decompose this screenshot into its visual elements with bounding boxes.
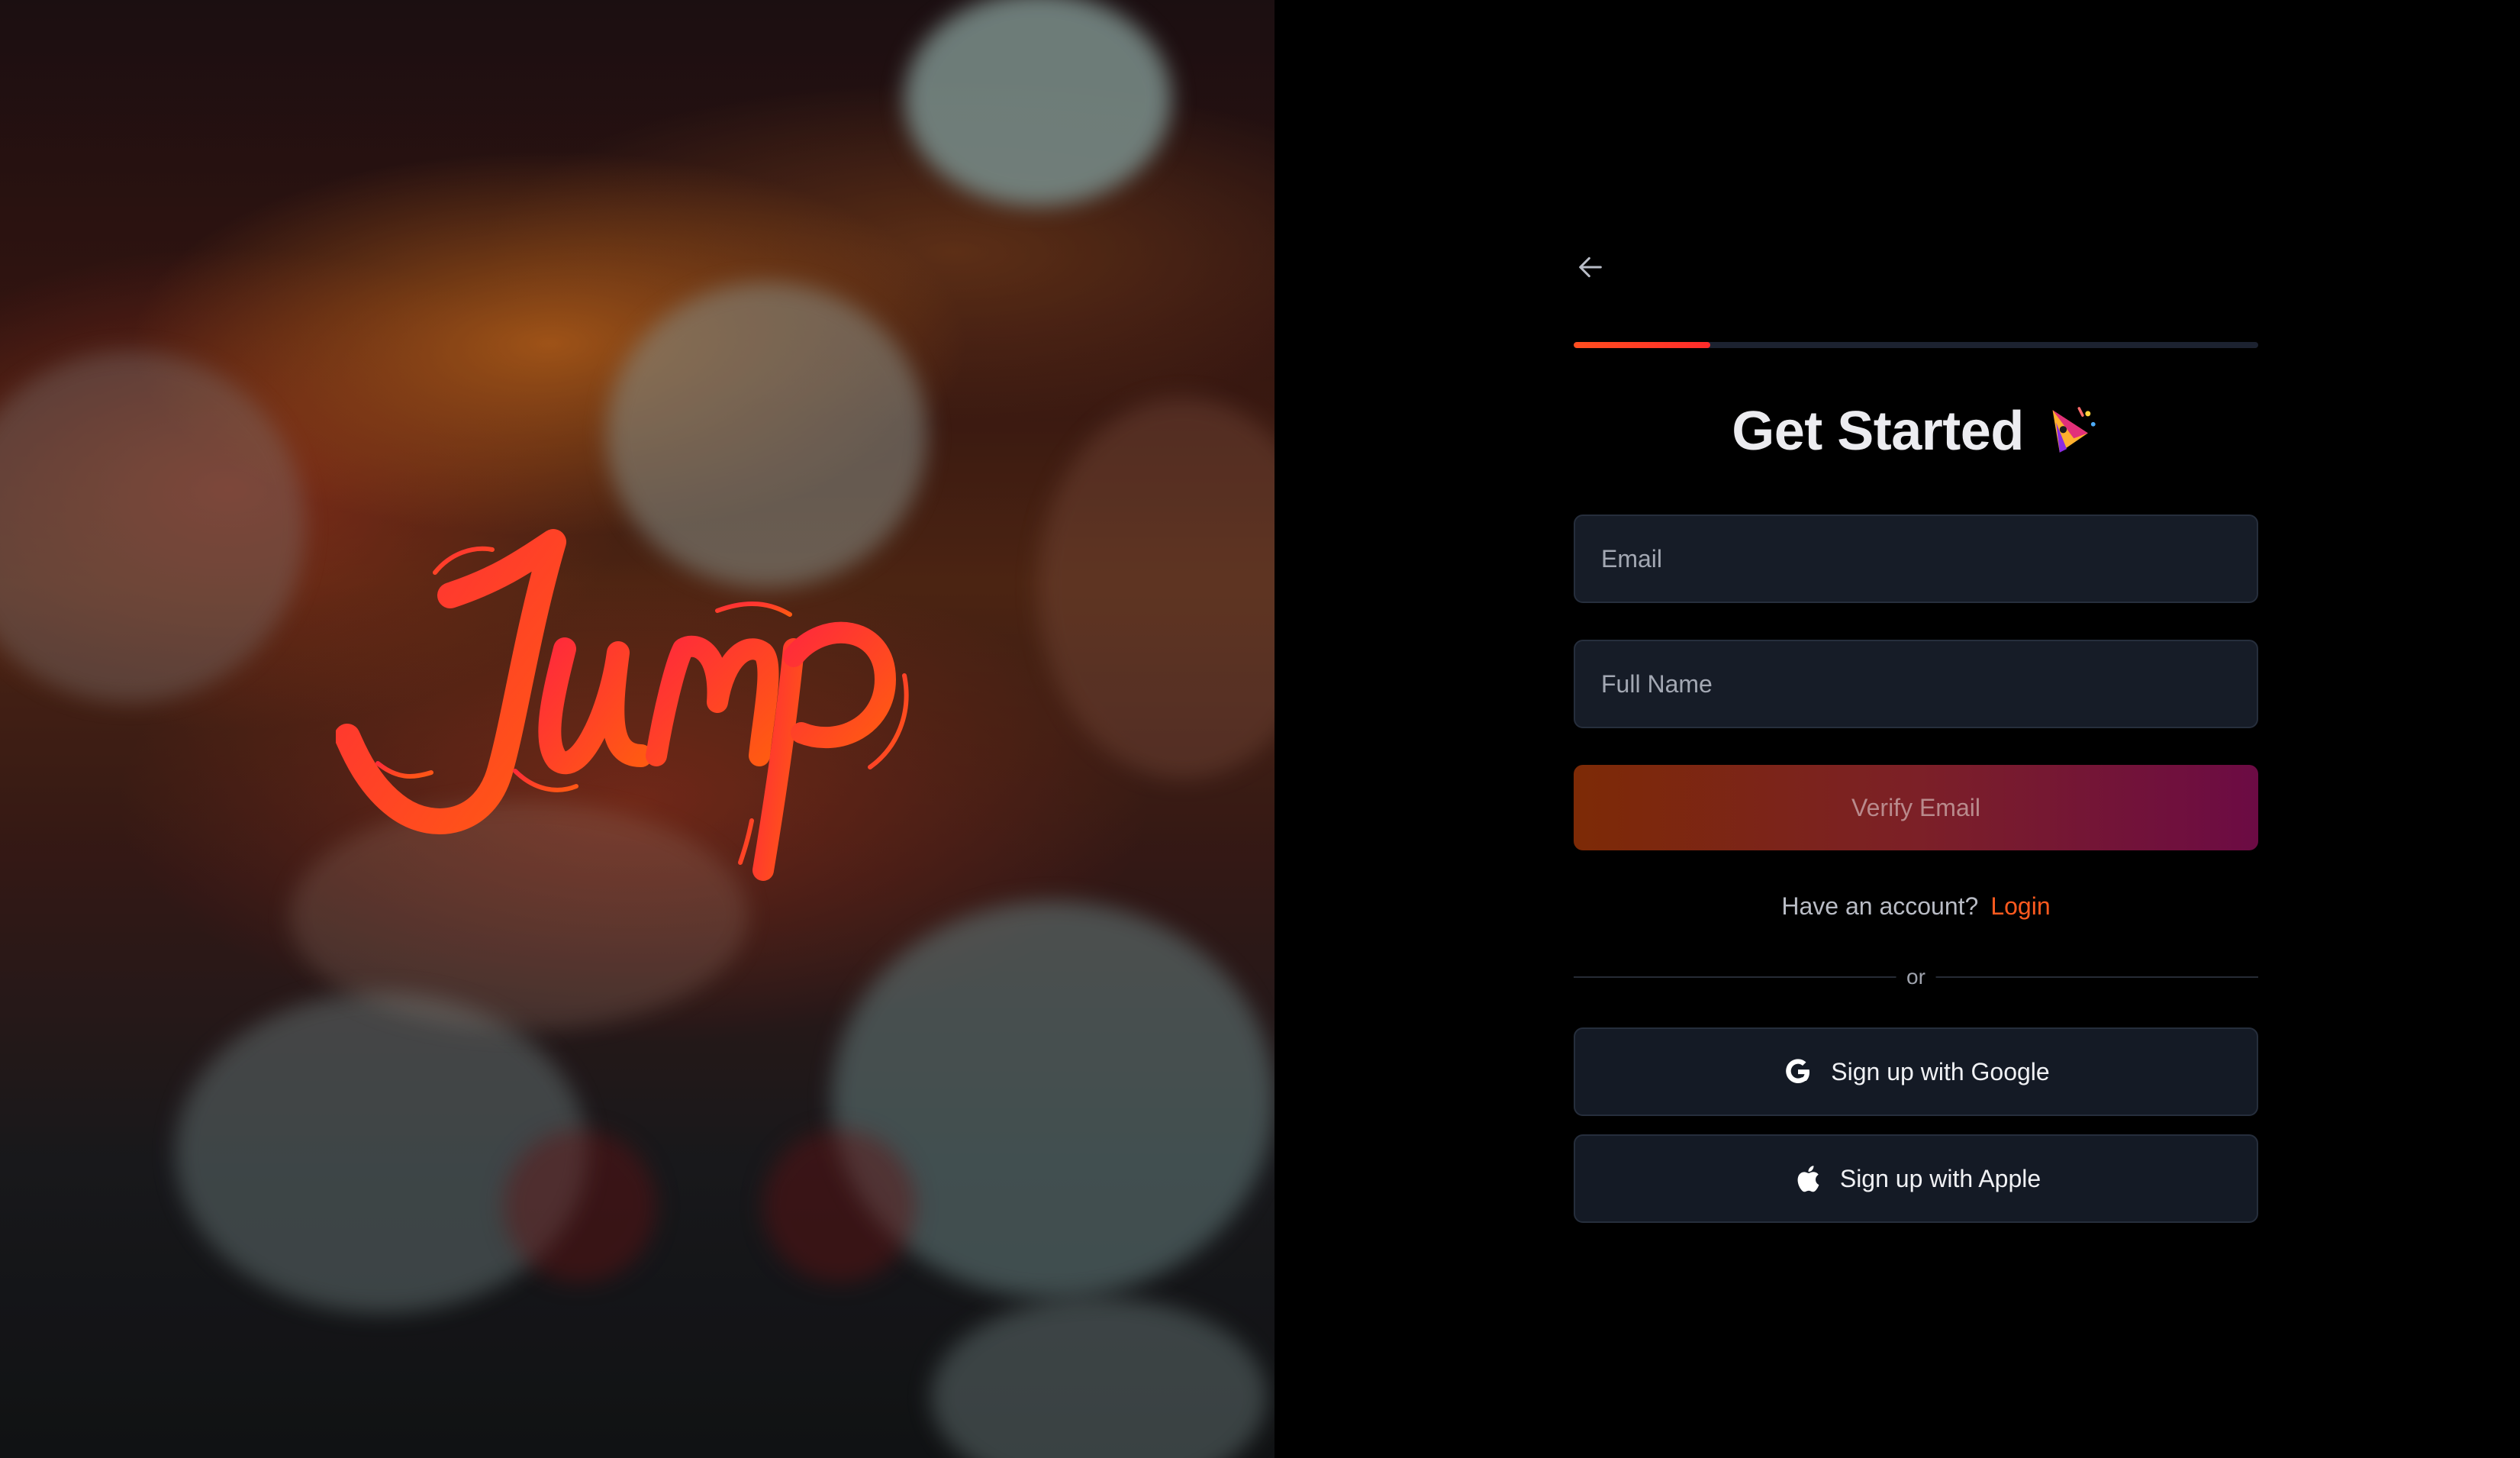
apple-signup-button[interactable]: Sign up with Apple: [1574, 1134, 2258, 1223]
email-field[interactable]: [1574, 514, 2258, 603]
google-icon: [1782, 1056, 1814, 1088]
hero-panel: [0, 0, 1275, 1458]
full-name-field[interactable]: [1574, 640, 2258, 728]
account-prompt-text: Have an account?: [1781, 892, 1979, 920]
apple-signup-label: Sign up with Apple: [1839, 1164, 2041, 1192]
party-popper-icon: [2052, 407, 2096, 453]
signup-progress-bar: [1574, 342, 2258, 348]
page-title: Get Started: [1732, 401, 2024, 462]
google-signup-button[interactable]: Sign up with Google: [1574, 1027, 2258, 1116]
back-button[interactable]: [1568, 244, 1613, 290]
or-divider: or: [1574, 962, 2258, 992]
login-link[interactable]: Login: [1990, 892, 2050, 921]
signup-form-panel: Get Started Verify Email Have an account…: [1275, 0, 2520, 1458]
login-prompt: Have an account? Login: [1574, 887, 2258, 925]
divider-text: or: [1896, 962, 1936, 992]
jump-logo: [336, 529, 909, 881]
title-row: Get Started: [1574, 393, 2258, 469]
arrow-left-icon: [1579, 256, 1602, 278]
signup-progress-fill: [1574, 342, 1711, 348]
google-signup-label: Sign up with Google: [1831, 1057, 2050, 1085]
signup-page: Get Started Verify Email Have an account…: [0, 0, 2520, 1458]
verify-email-button[interactable]: Verify Email: [1574, 765, 2258, 850]
apple-icon: [1791, 1163, 1823, 1195]
